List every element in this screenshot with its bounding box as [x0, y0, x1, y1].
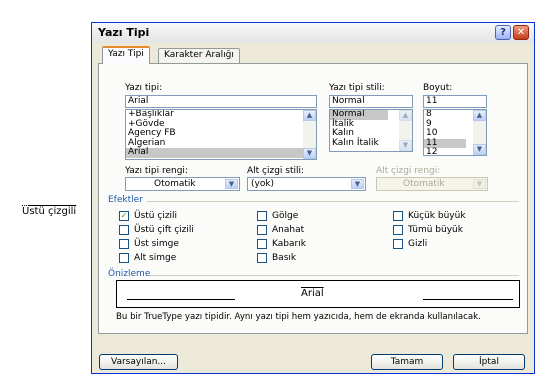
shadow-label: Gölge	[272, 211, 299, 221]
underline-style-value: (yok)	[251, 179, 275, 189]
preview-box: Arial	[116, 280, 520, 308]
subscript-label: Alt simge	[134, 253, 177, 263]
tab-character-spacing[interactable]: Karakter Aralığı	[158, 48, 240, 63]
emboss-checkbox[interactable]	[257, 239, 267, 249]
size-list[interactable]: 8 9 10 11 12 ▲ ▼	[423, 109, 487, 156]
font-dialog: Yazı Tipi ? ✕ Yazı Tipi Karakter Aralığı…	[91, 22, 535, 374]
font-input[interactable]: Arial	[125, 95, 317, 108]
font-color-label: Yazı tipi rengi:	[125, 166, 188, 176]
style-list[interactable]: Normal İtalik Kalın Kalın İtalik ▲ ▼	[329, 109, 413, 152]
scroll-up-icon[interactable]: ▲	[473, 110, 486, 121]
tab-font-label: Yazı Tipi	[108, 49, 144, 59]
chevron-down-icon[interactable]: ▼	[351, 179, 364, 189]
small-caps-label: Küçük büyük	[408, 211, 466, 221]
style-input[interactable]: Normal	[329, 95, 413, 108]
superscript-checkbox[interactable]	[119, 239, 129, 249]
size-label: Boyut:	[423, 83, 453, 93]
help-button[interactable]: ?	[495, 25, 511, 40]
preview-header: Önizleme	[108, 269, 151, 279]
list-item[interactable]: Algerian	[126, 138, 316, 149]
underline-style-select[interactable]: (yok) ▼	[247, 177, 366, 191]
tab-font[interactable]: Yazı Tipi	[102, 46, 150, 64]
effects-header: Efektler	[108, 195, 143, 205]
engrave-label: Basık	[272, 253, 297, 263]
font-list-scrollbar[interactable]: ▲ ▼	[303, 110, 316, 159]
scroll-up-icon[interactable]: ▲	[303, 110, 316, 121]
style-label: Yazı tipi stili:	[329, 83, 385, 93]
underline-color-select[interactable]: Otomatik ▼	[376, 177, 488, 191]
dialog-title: Yazı Tipi	[98, 26, 150, 39]
default-button[interactable]: Varsayılan...	[99, 354, 178, 370]
size-list-scrollbar[interactable]: ▲ ▼	[473, 110, 486, 155]
double-strikethrough-checkbox[interactable]	[119, 225, 129, 235]
underline-color-label: Alt çizgi rengi:	[376, 166, 441, 176]
subscript-checkbox[interactable]	[119, 253, 129, 263]
tab-character-spacing-label: Karakter Aralığı	[164, 50, 234, 60]
close-icon: ✕	[516, 27, 526, 38]
preview-divider	[150, 275, 519, 276]
preview-baseline-left	[127, 299, 235, 300]
hidden-checkbox[interactable]	[393, 239, 403, 249]
style-list-scrollbar[interactable]: ▲ ▼	[399, 110, 412, 151]
close-button[interactable]: ✕	[513, 25, 529, 40]
scroll-down-icon[interactable]: ▼	[303, 148, 316, 159]
double-strikethrough-label: Üstü çift çizili	[134, 225, 194, 235]
font-color-select[interactable]: Otomatik ▼	[125, 177, 240, 191]
all-caps-checkbox[interactable]	[393, 225, 403, 235]
emboss-label: Kabarık	[272, 239, 306, 249]
chevron-down-icon[interactable]: ▼	[473, 179, 486, 189]
strikethrough-label: Üstü çizili	[134, 211, 178, 221]
strikethrough-checkbox[interactable]: ✓	[119, 211, 129, 221]
font-label: Yazı tipi:	[125, 83, 163, 93]
underline-color-value: Otomatik	[403, 179, 445, 189]
outline-label: Anahat	[272, 225, 305, 235]
all-caps-label: Tümü büyük	[408, 225, 463, 235]
size-input[interactable]: 11	[423, 95, 487, 108]
question-icon: ?	[500, 27, 506, 38]
ok-button[interactable]: Tamam	[371, 354, 443, 370]
small-caps-checkbox[interactable]	[393, 211, 403, 221]
list-item-selected[interactable]: Arial	[126, 147, 316, 158]
cancel-button[interactable]: İptal	[453, 354, 525, 370]
scroll-down-icon[interactable]: ▼	[399, 140, 412, 151]
title-bar: Yazı Tipi ? ✕	[92, 23, 534, 43]
font-color-value: Otomatik	[154, 179, 196, 189]
hidden-label: Gizli	[408, 239, 428, 249]
chevron-down-icon[interactable]: ▼	[225, 179, 238, 189]
shadow-checkbox[interactable]	[257, 211, 267, 221]
scroll-down-icon[interactable]: ▼	[473, 144, 486, 155]
scroll-up-icon[interactable]: ▲	[399, 110, 412, 121]
outside-caption: Üstü çizgili	[22, 206, 77, 217]
font-list[interactable]: +Başlıklar +Gövde Agency FB Algerian Ari…	[125, 109, 317, 160]
preview-sample: Arial	[301, 288, 324, 299]
superscript-label: Üst simge	[134, 239, 179, 249]
effects-divider	[147, 201, 519, 202]
engrave-checkbox[interactable]	[257, 253, 267, 263]
underline-style-label: Alt çizgi stili:	[247, 166, 305, 176]
preview-baseline-right	[423, 299, 513, 300]
outline-checkbox[interactable]	[257, 225, 267, 235]
preview-note: Bu bir TrueType yazı tipidir. Aynı yazı …	[116, 312, 481, 322]
